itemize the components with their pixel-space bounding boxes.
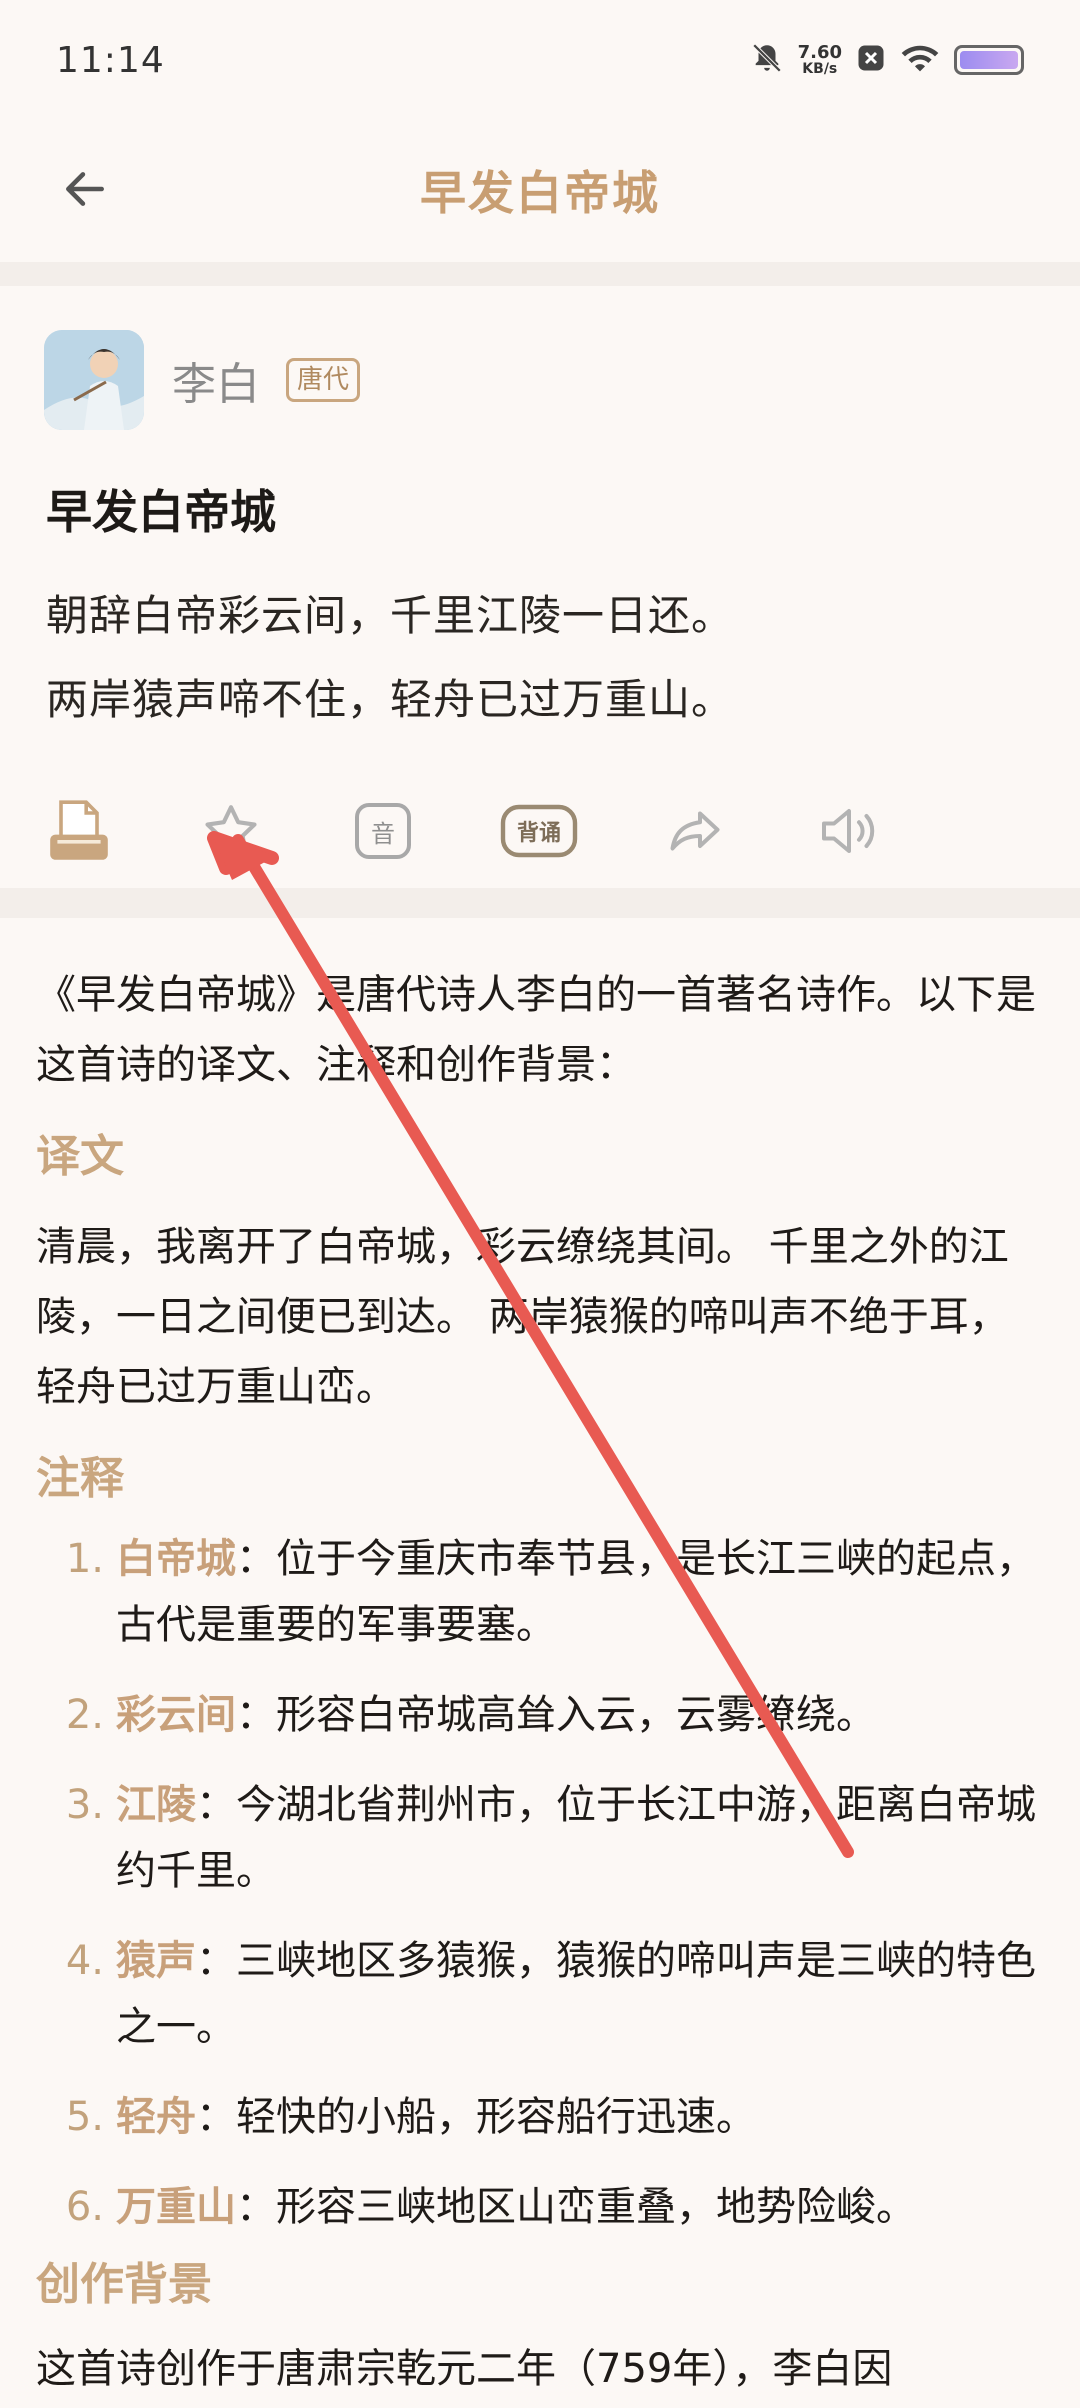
printer-icon [50, 800, 108, 860]
status-time: 11:14 [56, 39, 165, 81]
bell-muted-icon [750, 41, 784, 79]
translation-heading: 译文 [36, 1131, 124, 1182]
pinyin-label: 音 [371, 819, 395, 848]
note-text: ：轻快的小船，形容船行迅速。 [196, 2094, 756, 2140]
favorite-button[interactable] [186, 786, 276, 876]
app-bar: 早发白帝城 [0, 120, 1080, 260]
note-term: 江陵 [116, 1782, 196, 1828]
poem-title: 早发白帝城 [46, 485, 276, 539]
page-title: 早发白帝城 [420, 166, 660, 220]
note-term: 轻舟 [116, 2094, 196, 2140]
poem-line: 两岸猿声啼不住，轻舟已过万重山。 [46, 675, 735, 724]
note-item: 3. 江陵：今湖北省荆州市，位于长江中游，距离白帝城约千里。 [65, 1782, 1036, 1894]
intro-paragraph: 《早发白帝城》是唐代诗人李白的一首著名诗作。以下是这首诗的译文、注释和创作背景： [36, 972, 1036, 1088]
poem-toolbar: 音 背诵 [0, 786, 1080, 886]
note-term: 白帝城 [116, 1536, 236, 1582]
read-aloud-button[interactable] [804, 786, 894, 876]
note-text: ：三峡地区多猿猴，猿猴的啼叫声是三峡的特色之一。 [116, 1938, 1036, 2050]
divider [0, 888, 1080, 918]
note-term: 彩云间 [116, 1692, 236, 1738]
note-text: ：形容白帝城高耸入云，云雾缭绕。 [236, 1692, 876, 1738]
note-item: 5. 轻舟：轻快的小船，形容船行迅速。 [65, 2094, 756, 2140]
background-heading: 创作背景 [36, 2259, 212, 2310]
wifi-icon [900, 41, 940, 79]
note-term: 猿声 [116, 1938, 196, 1984]
close-box-icon [856, 43, 886, 77]
note-text: ：形容三峡地区山峦重叠，地势险峻。 [236, 2184, 916, 2230]
dynasty-badge: 唐代 [286, 358, 361, 402]
battery-icon [954, 45, 1024, 75]
net-speed: 7.60 KB/s [797, 42, 842, 77]
translation-paragraph: 清晨，我离开了白帝城，彩云缭绕其间。 千里之外的江陵，一日之间便已到达。 两岸猿… [36, 1224, 1009, 1410]
note-item: 4. 猿声：三峡地区多猿猴，猿猴的啼叫声是三峡的特色之一。 [65, 1938, 1036, 2050]
recite-label: 背诵 [516, 821, 561, 846]
star-icon [205, 805, 257, 855]
author-row[interactable]: 李白 唐代 [44, 330, 361, 430]
notes-heading: 注释 [36, 1453, 124, 1504]
poem-line: 朝辞白帝彩云间，千里江陵一日还。 [46, 591, 735, 640]
back-button[interactable] [50, 154, 120, 224]
share-icon [670, 811, 720, 851]
print-button[interactable] [34, 786, 124, 876]
note-item: 2. 彩云间：形容白帝城高耸入云，云雾缭绕。 [65, 1692, 876, 1738]
note-term: 万重山 [116, 2184, 236, 2230]
author-name[interactable]: 李白 [172, 348, 260, 412]
note-item: 1. 白帝城：位于今重庆市奉节县，是长江三峡的起点，古代是重要的军事要塞。 [65, 1536, 1036, 1648]
speaker-icon [822, 809, 875, 853]
notes-list: 1. 白帝城：位于今重庆市奉节县，是长江三峡的起点，古代是重要的军事要塞。 2.… [36, 1526, 1046, 2240]
pinyin-button[interactable]: 音 [338, 786, 428, 876]
note-text: ：今湖北省荆州市，位于长江中游，距离白帝城约千里。 [116, 1782, 1036, 1894]
divider [0, 262, 1080, 286]
article: 《早发白帝城》是唐代诗人李白的一首著名诗作。以下是这首诗的译文、注释和创作背景：… [36, 960, 1046, 2404]
share-button[interactable] [650, 786, 740, 876]
background-paragraph: 这首诗创作于唐肃宗乾元二年（759年），李白因 [36, 2346, 893, 2392]
note-text: ：位于今重庆市奉节县，是长江三峡的起点，古代是重要的军事要塞。 [116, 1536, 1036, 1648]
status-icons: 7.60 KB/s [750, 41, 1024, 79]
status-bar: 11:14 7.60 KB/s [0, 0, 1080, 120]
poem-card: 李白 唐代 早发白帝城 朝辞白帝彩云间，千里江陵一日还。 两岸猿声啼不住，轻舟已… [0, 286, 1080, 886]
author-avatar[interactable] [44, 330, 144, 430]
back-arrow-icon [66, 172, 104, 206]
note-item: 6. 万重山：形容三峡地区山峦重叠，地势险峻。 [65, 2184, 916, 2230]
recite-button[interactable]: 背诵 [494, 786, 584, 876]
